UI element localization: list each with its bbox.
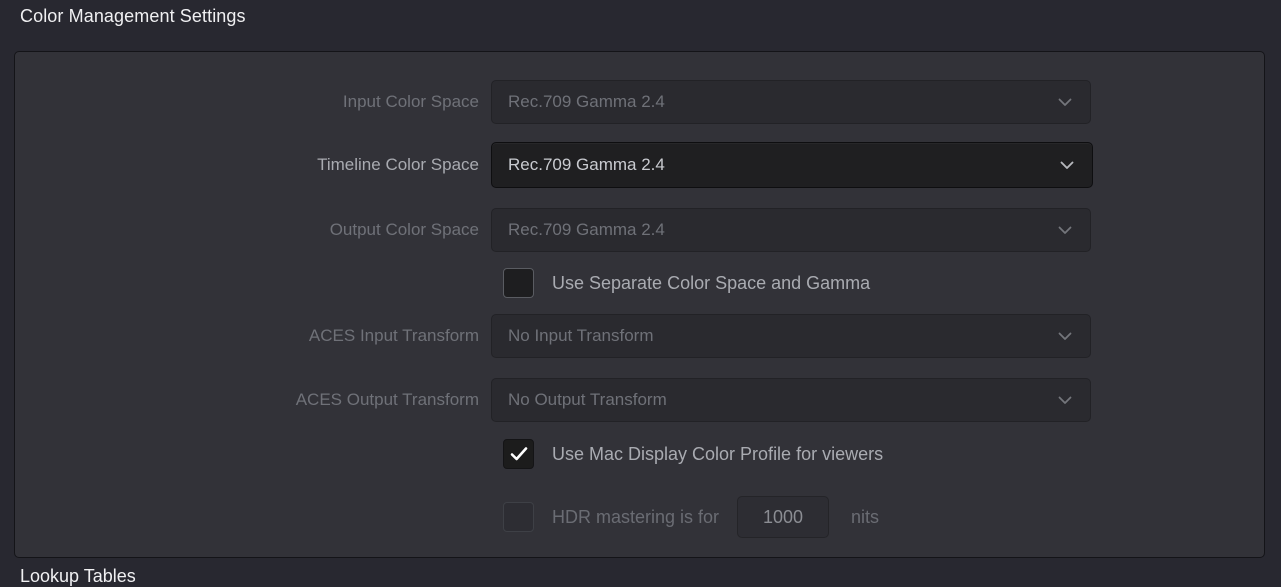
chevron-down-icon xyxy=(1056,93,1074,111)
timeline-color-space-value: Rec.709 Gamma 2.4 xyxy=(508,155,665,174)
aces-output-transform-label: ACES Output Transform xyxy=(295,390,479,409)
row-aces-output-transform: ACES Output Transform No Output Transfor… xyxy=(15,378,1264,422)
color-management-settings-screen: Color Management Settings Input Color Sp… xyxy=(0,0,1281,586)
timeline-color-space-label: Timeline Color Space xyxy=(317,155,479,174)
mac-display-profile-checkbox-row[interactable]: Use Mac Display Color Profile for viewer… xyxy=(503,439,883,469)
aces-input-transform-value: No Input Transform xyxy=(508,326,654,345)
aces-output-transform-dropdown[interactable]: No Output Transform xyxy=(491,378,1091,422)
row-output-color-space: Output Color Space Rec.709 Gamma 2.4 xyxy=(15,208,1264,252)
output-color-space-dropdown[interactable]: Rec.709 Gamma 2.4 xyxy=(491,208,1091,252)
input-color-space-value: Rec.709 Gamma 2.4 xyxy=(508,92,665,111)
next-section-title: Lookup Tables xyxy=(20,566,136,586)
row-aces-input-transform: ACES Input Transform No Input Transform xyxy=(15,314,1264,358)
aces-output-transform-value: No Output Transform xyxy=(508,390,667,409)
chevron-down-icon xyxy=(1058,156,1076,174)
page-title: Color Management Settings xyxy=(20,6,246,26)
hdr-nits-input[interactable]: 1000 xyxy=(737,496,830,538)
mac-display-profile-checkbox[interactable] xyxy=(503,439,534,469)
color-management-panel: Input Color Space Rec.709 Gamma 2.4 Time… xyxy=(14,51,1265,558)
chevron-down-icon xyxy=(1056,327,1074,345)
hdr-mastering-label: HDR mastering is for xyxy=(552,506,720,527)
hdr-mastering-row: HDR mastering is for 1000 nits xyxy=(503,496,879,538)
input-color-space-dropdown[interactable]: Rec.709 Gamma 2.4 xyxy=(491,80,1091,124)
mac-display-profile-label: Use Mac Display Color Profile for viewer… xyxy=(552,443,884,464)
output-color-space-value: Rec.709 Gamma 2.4 xyxy=(508,220,665,239)
chevron-down-icon xyxy=(1056,391,1074,409)
output-color-space-label: Output Color Space xyxy=(329,220,479,239)
timeline-color-space-dropdown[interactable]: Rec.709 Gamma 2.4 xyxy=(491,142,1093,188)
checkmark-icon xyxy=(510,447,527,461)
hdr-mastering-checkbox[interactable] xyxy=(503,502,534,532)
chevron-down-icon xyxy=(1056,221,1074,239)
separate-color-space-checkbox[interactable] xyxy=(503,268,534,298)
hdr-nits-unit-label: nits xyxy=(851,506,880,527)
input-color-space-label: Input Color Space xyxy=(342,92,479,111)
aces-input-transform-label: ACES Input Transform xyxy=(308,326,479,345)
separate-color-space-checkbox-row[interactable]: Use Separate Color Space and Gamma xyxy=(503,268,870,298)
separate-color-space-label: Use Separate Color Space and Gamma xyxy=(552,272,871,293)
row-input-color-space: Input Color Space Rec.709 Gamma 2.4 xyxy=(15,80,1264,124)
row-timeline-color-space: Timeline Color Space Rec.709 Gamma 2.4 xyxy=(15,142,1264,188)
aces-input-transform-dropdown[interactable]: No Input Transform xyxy=(491,314,1091,358)
